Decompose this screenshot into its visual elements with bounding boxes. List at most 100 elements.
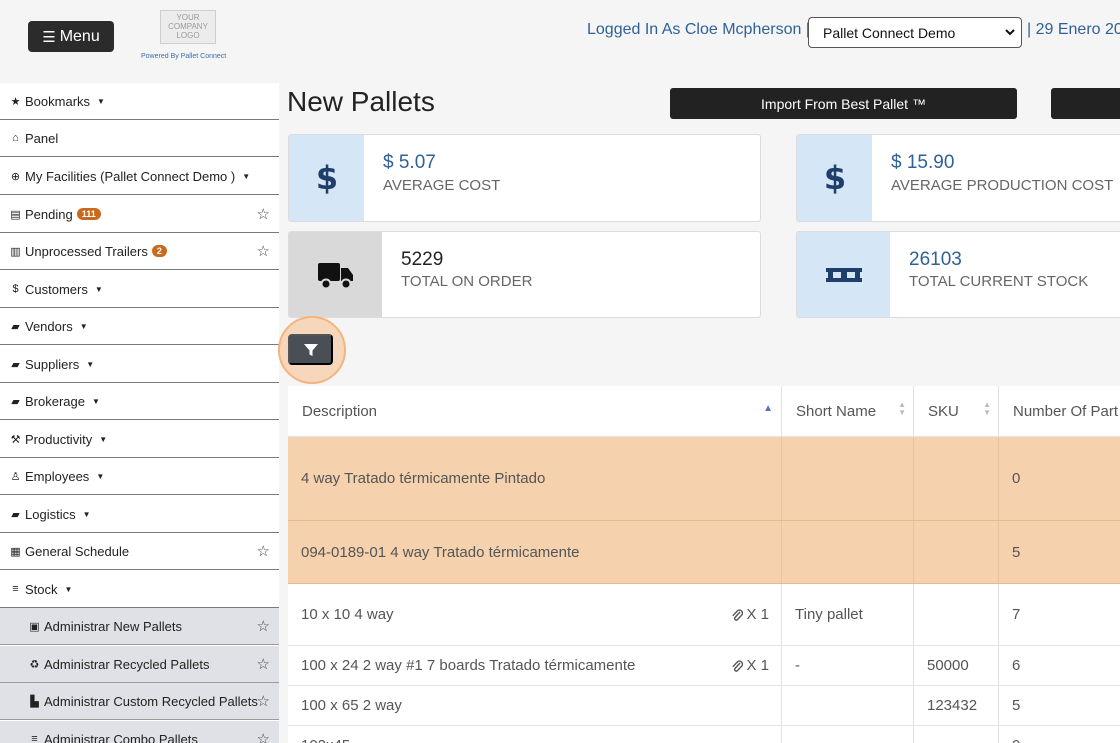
stat-value: $ 15.90	[891, 152, 955, 173]
clipboard-icon: ▤	[10, 208, 21, 221]
star-icon: ★	[10, 95, 21, 108]
cell-short-name	[782, 686, 914, 725]
sidebar-subitem-new-pallets[interactable]: ▣ Administrar New Pallets ☆	[0, 608, 279, 645]
attachment-link[interactable]: X 1	[731, 606, 769, 623]
bookmark-star-icon[interactable]: ☆	[257, 242, 270, 260]
sidebar-item-productivity[interactable]: ⚒ Productivity ▼	[0, 421, 279, 458]
sidebar-item-suppliers[interactable]: ▰ Suppliers ▼	[0, 346, 279, 383]
cell-short-name	[782, 437, 914, 520]
sidebar-item-label: My Facilities (Pallet Connect Demo )	[25, 168, 236, 184]
bookmark-star-icon[interactable]: ☆	[257, 655, 270, 673]
sidebar-item-general-schedule[interactable]: ▦ General Schedule ☆	[0, 533, 279, 570]
bookmark-star-icon[interactable]: ☆	[257, 617, 270, 635]
sort-ascending-icon[interactable]: ▲	[763, 403, 773, 414]
truck-icon	[289, 232, 382, 317]
sidebar-subitem-custom-recycled-pallets[interactable]: ▙ Administrar Custom Recycled Pallets ☆	[0, 683, 279, 720]
cell-description: 102x45	[288, 726, 782, 743]
sidebar-item-label: Brokerage	[25, 393, 85, 409]
sidebar-item-stock[interactable]: ≡ Stock ▼	[0, 571, 279, 608]
stat-value: $ 5.07	[383, 152, 436, 173]
dollar-icon: $	[12, 283, 19, 295]
menu-button[interactable]: ☰ Menu	[28, 21, 114, 52]
dollar-icon: $	[289, 135, 364, 221]
caret-down-icon: ▼	[91, 396, 100, 406]
sidebar-item-my-facilities[interactable]: ⊕ My Facilities (Pallet Connect Demo ) ▼	[0, 158, 279, 195]
table-row[interactable]: 4 way Tratado térmicamente Pintado 0	[288, 437, 1120, 521]
cell-short-name	[782, 726, 914, 743]
cell-sku	[914, 521, 999, 583]
chevron-down-icon	[1005, 29, 1015, 36]
paperclip-icon	[732, 659, 744, 672]
secondary-action-button[interactable]	[1051, 88, 1120, 119]
stat-label: AVERAGE PRODUCTION COST	[891, 177, 1114, 194]
table-row[interactable]: 100 x 24 2 way #1 7 boards Tratado térmi…	[288, 646, 1120, 686]
attachment-link[interactable]: X 1	[731, 657, 769, 674]
boxes-icon: ▣	[29, 620, 40, 633]
sidebar-item-panel[interactable]: ⌂ Panel	[0, 120, 279, 157]
menu-label: Menu	[59, 27, 100, 45]
caret-down-icon: ▼	[242, 171, 251, 181]
pallet-icon: ≡	[31, 733, 38, 743]
table-row[interactable]: 102x45 0	[288, 726, 1120, 743]
trailers-count-badge: 2	[151, 245, 167, 257]
sidebar-item-label: General Schedule	[25, 543, 130, 559]
table-row[interactable]: 10 x 10 4 way X 1 Tiny pallet 7	[288, 584, 1120, 646]
cell-description: 100 x 65 2 way	[288, 686, 782, 725]
cell-description: 10 x 10 4 way X 1	[288, 584, 782, 645]
bookmark-star-icon[interactable]: ☆	[257, 542, 270, 560]
cell-parts: 6	[1012, 657, 1021, 674]
pallet-icon	[797, 232, 890, 317]
caret-down-icon: ▼	[86, 359, 95, 369]
sidebar-item-label: Customers	[25, 281, 88, 297]
cell-short-name: -	[782, 646, 914, 685]
facility-select[interactable]: Pallet Connect Demo	[808, 17, 1022, 48]
bookmark-star-icon[interactable]: ☆	[257, 692, 270, 710]
table-row[interactable]: 100 x 65 2 way 123432 5	[288, 686, 1120, 726]
column-header-short-name[interactable]: Short Name ▲ ▼	[782, 386, 914, 437]
cell-parts: 5	[1012, 543, 1021, 561]
cell-description: 100 x 24 2 way #1 7 boards Tratado térmi…	[288, 646, 782, 685]
sidebar-item-unprocessed-trailers[interactable]: ▥ Unprocessed Trailers 2 ☆	[0, 233, 279, 270]
column-header-number-of-parts[interactable]: Number Of Part	[999, 386, 1120, 437]
sidebar-item-label: Administrar Recycled Pallets	[44, 656, 210, 672]
sidebar-item-label: Productivity	[25, 431, 93, 447]
bookmark-star-icon[interactable]: ☆	[257, 730, 270, 743]
caret-down-icon: ▼	[79, 321, 88, 331]
cell-parts: 7	[1012, 606, 1021, 623]
sidebar-item-employees[interactable]: ♙ Employees ▼	[0, 458, 279, 495]
table-row[interactable]: 094-0189-01 4 way Tratado térmicamente 5	[288, 521, 1120, 584]
cell-description: 094-0189-01 4 way Tratado térmicamente	[288, 521, 782, 583]
sidebar-item-label: Employees	[25, 468, 90, 484]
sidebar-item-label: Stock	[25, 581, 58, 597]
stat-label: AVERAGE COST	[383, 177, 501, 194]
import-best-pallet-button[interactable]: Import From Best Pallet ™	[670, 88, 1017, 119]
sort-icon[interactable]: ▲ ▼	[983, 401, 991, 417]
sidebar-item-bookmarks[interactable]: ★ Bookmarks ▼	[0, 83, 279, 120]
cell-short-name: Tiny pallet	[782, 584, 914, 645]
column-header-description[interactable]: Description ▲	[288, 386, 782, 437]
sidebar-item-label: Suppliers	[25, 356, 80, 372]
sidebar-item-pending[interactable]: ▤ Pending 111 ☆	[0, 196, 279, 233]
sidebar-item-logistics[interactable]: ▰ Logistics ▼	[0, 496, 279, 533]
sidebar-subitem-recycled-pallets[interactable]: ♻ Administrar Recycled Pallets ☆	[0, 646, 279, 683]
cell-sku	[914, 584, 999, 645]
powered-by-text: Powered By Pallet Connect	[141, 53, 227, 60]
caret-down-icon: ▼	[64, 584, 73, 594]
sidebar-item-brokerage[interactable]: ▰ Brokerage ▼	[0, 383, 279, 420]
sidebar-item-customers[interactable]: $ Customers ▼	[0, 271, 279, 308]
company-logo[interactable]: YOUR COMPANY LOGO	[160, 10, 216, 44]
caret-down-icon: ▼	[82, 509, 91, 519]
cell-description: 4 way Tratado térmicamente Pintado	[288, 437, 782, 520]
dollar-icon: $	[797, 135, 872, 221]
sidebar-item-vendors[interactable]: ▰ Vendors ▼	[0, 308, 279, 345]
sidebar-item-label: Administrar New Pallets	[44, 618, 182, 634]
current-date: | 29 Enero 20	[1027, 21, 1120, 38]
column-header-sku[interactable]: SKU ▲ ▼	[914, 386, 999, 437]
home-icon: ⌂	[12, 132, 19, 144]
filter-button[interactable]	[288, 334, 333, 365]
bookmark-star-icon[interactable]: ☆	[257, 205, 270, 223]
sidebar-subitem-combo-pallets[interactable]: ≡ Administrar Combo Pallets ☆	[0, 721, 279, 743]
sidebar-item-label: Pending	[25, 206, 73, 222]
caret-down-icon: ▼	[97, 96, 105, 106]
sort-icon[interactable]: ▲ ▼	[898, 401, 906, 417]
